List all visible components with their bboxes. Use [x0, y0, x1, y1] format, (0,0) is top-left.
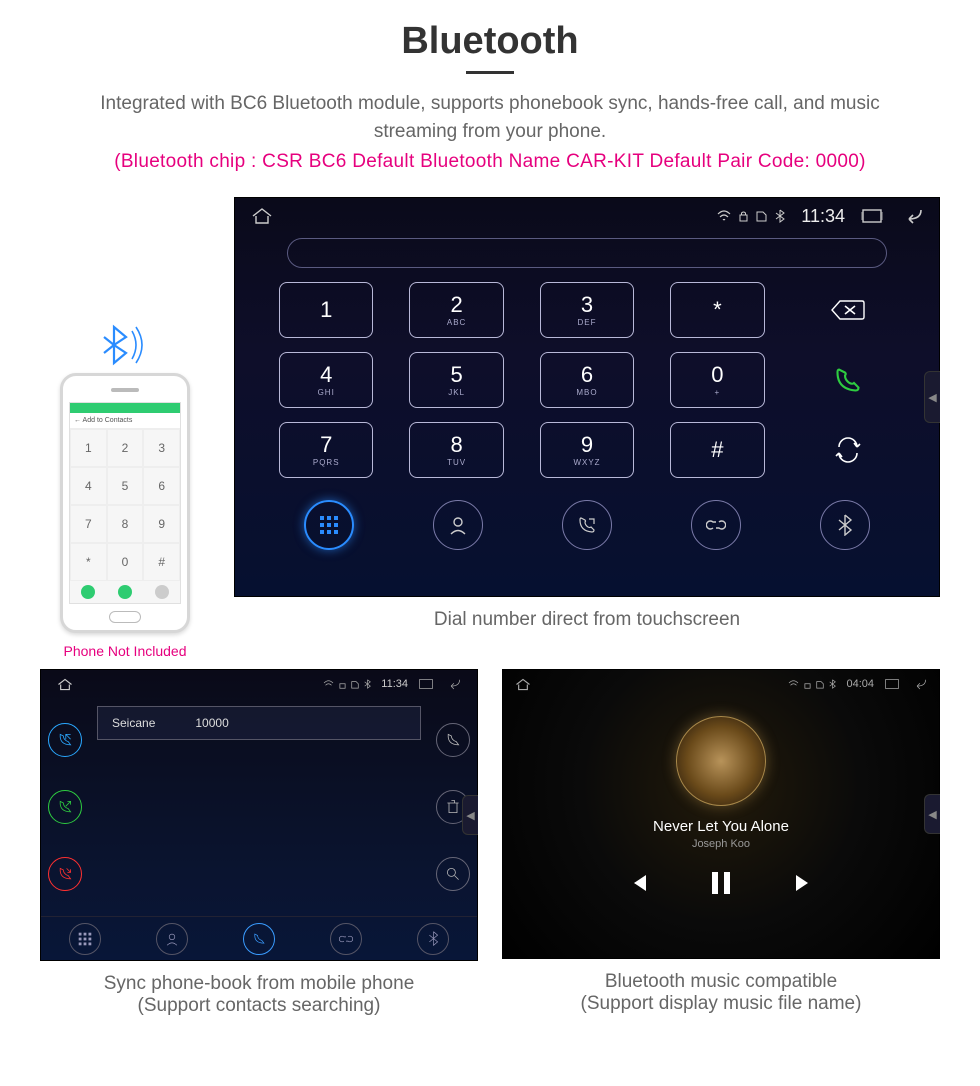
back-icon[interactable]: [899, 208, 923, 224]
nav-bluetooth[interactable]: [820, 500, 870, 550]
phone-titlebar: ← Add to Contacts: [70, 413, 180, 429]
status-icons: [323, 679, 371, 689]
specs-line: (Bluetooth chip : CSR BC6 Default Blueto…: [40, 151, 940, 173]
phonebook-unit: 11:34 Seicane 10000: [40, 669, 478, 961]
phone-status-bar: [70, 403, 180, 413]
status-icons: [717, 209, 785, 223]
phone-key: 3: [143, 429, 180, 467]
key-#[interactable]: #: [670, 422, 764, 478]
key-6[interactable]: 6MBO: [540, 352, 634, 408]
status-icons: [788, 679, 836, 689]
contact-row[interactable]: Seicane 10000: [97, 706, 421, 740]
video-call-icon: [81, 585, 95, 599]
key-backspace[interactable]: [801, 282, 895, 338]
phone-home-button: [109, 611, 141, 623]
slide-tab[interactable]: ◀: [924, 371, 940, 423]
key-*[interactable]: *: [670, 282, 764, 338]
dial-input[interactable]: [287, 238, 887, 268]
wifi-icon: [717, 210, 731, 222]
home-icon[interactable]: [57, 678, 73, 691]
music-unit: 04:04 Never Let You Alone Joseph Koo ◀: [502, 669, 940, 959]
recents-icon[interactable]: [861, 208, 883, 224]
phone-caption: Phone Not Included: [64, 643, 187, 659]
dialer-caption: Dial number direct from touchscreen: [234, 609, 940, 631]
back-icon[interactable]: [910, 678, 927, 690]
phone-key: 2: [107, 429, 144, 467]
lock-icon: [739, 210, 748, 222]
incoming-icon[interactable]: [48, 723, 82, 757]
phone-key: 4: [70, 467, 107, 505]
back-icon[interactable]: [444, 678, 461, 690]
recents-icon[interactable]: [884, 678, 900, 690]
key-8[interactable]: 8TUV: [409, 422, 503, 478]
key-0[interactable]: 0+: [670, 352, 764, 408]
track-title: Never Let You Alone: [503, 818, 939, 835]
outgoing-icon[interactable]: [48, 790, 82, 824]
phone-key: 0: [107, 543, 144, 581]
smartphone-mockup: ← Add to Contacts 1 2 3 4 5 6 7 8 9 * 0 …: [60, 373, 190, 633]
key-sync[interactable]: [801, 422, 895, 478]
backspace-icon: [155, 585, 169, 599]
key-4[interactable]: 4GHI: [279, 352, 373, 408]
key-2[interactable]: 2ABC: [409, 282, 503, 338]
nav-pair[interactable]: [691, 500, 741, 550]
prev-button[interactable]: [626, 871, 650, 895]
missed-icon[interactable]: [48, 857, 82, 891]
clock: 11:34: [801, 206, 845, 227]
phone-key: *: [70, 543, 107, 581]
phone-key: 9: [143, 505, 180, 543]
nav-pair[interactable]: [330, 923, 362, 955]
nav-call-log[interactable]: [243, 923, 275, 955]
search-button[interactable]: [436, 857, 470, 891]
music-caption: Bluetooth music compatible (Support disp…: [502, 971, 940, 1015]
album-art: [676, 716, 766, 806]
dialer-unit: 11:34 1 2ABC 3DEF * 4GHI 5JKL 6MBO 0+ 7PQRS 8TUV 9…: [234, 197, 940, 597]
nav-bluetooth[interactable]: [417, 923, 449, 955]
phone-key: #: [143, 543, 180, 581]
nav-contacts[interactable]: [156, 923, 188, 955]
key-1[interactable]: 1: [279, 282, 373, 338]
key-9[interactable]: 9WXYZ: [540, 422, 634, 478]
track-artist: Joseph Koo: [503, 838, 939, 850]
clock: 04:04: [846, 678, 874, 690]
phone-key: 6: [143, 467, 180, 505]
clock: 11:34: [381, 678, 408, 690]
home-icon[interactable]: [515, 678, 531, 691]
sd-icon: [756, 210, 767, 222]
slide-tab[interactable]: ◀: [462, 795, 478, 835]
bluetooth-signal-icon: [100, 323, 150, 367]
phone-key: 1: [70, 429, 107, 467]
bluetooth-icon: [775, 209, 785, 223]
key-3[interactable]: 3DEF: [540, 282, 634, 338]
phone-key: 5: [107, 467, 144, 505]
pause-button[interactable]: [710, 870, 732, 896]
call-icon: [118, 585, 132, 599]
nav-dialpad[interactable]: [304, 500, 354, 550]
home-icon[interactable]: [251, 207, 273, 225]
phonebook-caption: Sync phone-book from mobile phone (Suppo…: [40, 973, 478, 1017]
slide-tab[interactable]: ◀: [924, 794, 940, 834]
description: Integrated with BC6 Bluetooth module, su…: [70, 90, 910, 145]
contact-number: 10000: [195, 716, 228, 730]
title-underline: [466, 71, 514, 74]
nav-contacts[interactable]: [433, 500, 483, 550]
next-button[interactable]: [792, 871, 816, 895]
contact-name: Seicane: [112, 716, 155, 730]
nav-call-log[interactable]: [562, 500, 612, 550]
page-title: Bluetooth: [40, 20, 940, 63]
recents-icon[interactable]: [418, 678, 434, 690]
phone-key: 7: [70, 505, 107, 543]
key-7[interactable]: 7PQRS: [279, 422, 373, 478]
nav-dialpad[interactable]: [69, 923, 101, 955]
phone-key: 8: [107, 505, 144, 543]
key-5[interactable]: 5JKL: [409, 352, 503, 408]
key-call[interactable]: [801, 352, 895, 408]
call-button[interactable]: [436, 723, 470, 757]
